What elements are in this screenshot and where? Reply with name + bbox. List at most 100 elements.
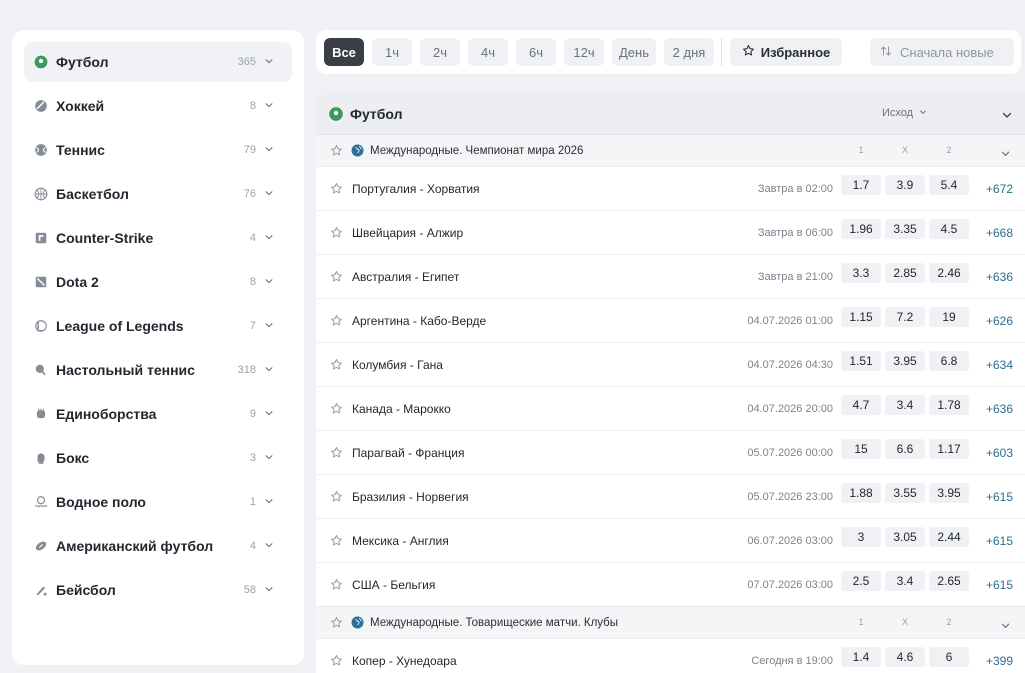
match-teams[interactable]: Мексика - Англия bbox=[352, 534, 449, 548]
odds-button[interactable]: 3.95 bbox=[929, 483, 969, 503]
chevron-down-icon[interactable] bbox=[264, 496, 274, 506]
odds-button[interactable]: 3 bbox=[841, 527, 881, 547]
more-markets-link[interactable]: +615 bbox=[986, 578, 1013, 592]
odds-button[interactable]: 1.15 bbox=[841, 307, 881, 327]
odds-button[interactable]: 1.4 bbox=[841, 647, 881, 667]
odds-button[interactable]: 4.6 bbox=[885, 647, 925, 667]
odds-button[interactable]: 1.88 bbox=[841, 483, 881, 503]
star-outline-icon[interactable] bbox=[330, 534, 343, 547]
sidebar-item[interactable]: Футбол 365 bbox=[24, 42, 292, 82]
match-row[interactable]: США - Бельгия 07.07.2026 03:00 2.5 3.4 2.65 +… bbox=[316, 562, 1025, 606]
match-teams[interactable]: Португалия - Хорватия bbox=[352, 182, 480, 196]
star-outline-icon[interactable] bbox=[330, 358, 343, 371]
chevron-down-icon[interactable] bbox=[264, 276, 274, 286]
odds-button[interactable]: 15 bbox=[841, 439, 881, 459]
star-outline-icon[interactable] bbox=[330, 226, 343, 239]
match-teams[interactable]: Аргентина - Кабо-Верде bbox=[352, 314, 486, 328]
star-outline-icon[interactable] bbox=[330, 402, 343, 415]
star-outline-icon[interactable] bbox=[330, 314, 343, 327]
filter-2h-button[interactable]: 2ч bbox=[420, 38, 460, 66]
more-markets-link[interactable]: +668 bbox=[986, 226, 1013, 240]
match-row[interactable]: Копер - Хунедоара Сегодня в 19:00 1.4 4.6 6 +… bbox=[316, 638, 1025, 673]
odds-button[interactable]: 3.55 bbox=[885, 483, 925, 503]
odds-button[interactable]: 6.8 bbox=[929, 351, 969, 371]
match-row[interactable]: Аргентина - Кабо-Верде 04.07.2026 01:00 1.… bbox=[316, 298, 1025, 342]
sidebar-item[interactable]: Теннис 79 bbox=[24, 130, 292, 170]
match-teams[interactable]: Канада - Марокко bbox=[352, 402, 451, 416]
league-header[interactable]: Международные. Товарищеские матчи. Клубы… bbox=[316, 606, 1025, 638]
chevron-down-icon[interactable] bbox=[1000, 146, 1011, 157]
more-markets-link[interactable]: +672 bbox=[986, 182, 1013, 196]
star-outline-icon[interactable] bbox=[330, 144, 343, 157]
chevron-down-icon[interactable] bbox=[264, 364, 274, 374]
filter-2days-button[interactable]: 2 дня bbox=[664, 38, 714, 66]
chevron-down-icon[interactable] bbox=[264, 540, 274, 550]
match-row[interactable]: Канада - Марокко 04.07.2026 20:00 4.7 3.4 1.… bbox=[316, 386, 1025, 430]
odds-button[interactable]: 6.6 bbox=[885, 439, 925, 459]
odds-button[interactable]: 4.5 bbox=[929, 219, 969, 239]
sport-header[interactable]: Футбол Исход bbox=[316, 94, 1025, 134]
odds-button[interactable]: 6 bbox=[929, 647, 969, 667]
filter-1h-button[interactable]: 1ч bbox=[372, 38, 412, 66]
odds-button[interactable]: 5.4 bbox=[929, 175, 969, 195]
more-markets-link[interactable]: +626 bbox=[986, 314, 1013, 328]
odds-button[interactable]: 2.85 bbox=[885, 263, 925, 283]
sidebar-item[interactable]: Хоккей 8 bbox=[24, 86, 292, 126]
chevron-down-icon[interactable] bbox=[264, 408, 274, 418]
star-outline-icon[interactable] bbox=[330, 270, 343, 283]
match-row[interactable]: Бразилия - Норвегия 05.07.2026 23:00 1.88 3… bbox=[316, 474, 1025, 518]
star-outline-icon[interactable] bbox=[330, 490, 343, 503]
odds-button[interactable]: 1.96 bbox=[841, 219, 881, 239]
odds-button[interactable]: 2.44 bbox=[929, 527, 969, 547]
chevron-down-icon[interactable] bbox=[264, 144, 274, 154]
star-outline-icon[interactable] bbox=[330, 654, 343, 667]
chevron-down-icon[interactable] bbox=[264, 100, 274, 110]
chevron-down-icon[interactable] bbox=[264, 232, 274, 242]
odds-button[interactable]: 1.51 bbox=[841, 351, 881, 371]
sidebar-item[interactable]: Dota 2 8 bbox=[24, 262, 292, 302]
star-outline-icon[interactable] bbox=[330, 616, 343, 629]
league-header[interactable]: Международные. Чемпионат мира 2026 1 X 2 bbox=[316, 134, 1025, 166]
match-row[interactable]: Австралия - Египет Завтра в 21:00 3.3 2.85 2… bbox=[316, 254, 1025, 298]
match-teams[interactable]: Швейцария - Алжир bbox=[352, 226, 463, 240]
odds-button[interactable]: 4.7 bbox=[841, 395, 881, 415]
sidebar-item[interactable]: Американский футбол 4 bbox=[24, 526, 292, 566]
odds-button[interactable]: 3.9 bbox=[885, 175, 925, 195]
match-row[interactable]: Мексика - Англия 06.07.2026 03:00 3 3.05 2.4… bbox=[316, 518, 1025, 562]
filter-4h-button[interactable]: 4ч bbox=[468, 38, 508, 66]
odds-button[interactable]: 2.5 bbox=[841, 571, 881, 591]
chevron-down-icon[interactable] bbox=[264, 188, 274, 198]
more-markets-link[interactable]: +636 bbox=[986, 270, 1013, 284]
sidebar-item[interactable]: Настольный теннис 318 bbox=[24, 350, 292, 390]
odds-button[interactable]: 3.35 bbox=[885, 219, 925, 239]
match-row[interactable]: Парагвай - Франция 05.07.2026 00:00 15 6.6 1… bbox=[316, 430, 1025, 474]
filter-6h-button[interactable]: 6ч bbox=[516, 38, 556, 66]
chevron-down-icon[interactable] bbox=[264, 584, 274, 594]
match-row[interactable]: Португалия - Хорватия Завтра в 02:00 1.7 3.… bbox=[316, 166, 1025, 210]
sidebar-item[interactable]: Водное поло 1 bbox=[24, 482, 292, 522]
odds-button[interactable]: 1.78 bbox=[929, 395, 969, 415]
match-teams[interactable]: США - Бельгия bbox=[352, 578, 435, 592]
odds-button[interactable]: 3.4 bbox=[885, 395, 925, 415]
odds-button[interactable]: 19 bbox=[929, 307, 969, 327]
sidebar-item[interactable]: Бейсбол 58 bbox=[24, 570, 292, 610]
odds-button[interactable]: 3.4 bbox=[885, 571, 925, 591]
odds-button[interactable]: 3.95 bbox=[885, 351, 925, 371]
sidebar-item[interactable]: Counter-Strike 4 bbox=[24, 218, 292, 258]
sidebar-item[interactable]: Бокс 3 bbox=[24, 438, 292, 478]
sidebar-item[interactable]: Единоборства 9 bbox=[24, 394, 292, 434]
filter-day-button[interactable]: День bbox=[612, 38, 656, 66]
odds-button[interactable]: 3.05 bbox=[885, 527, 925, 547]
star-outline-icon[interactable] bbox=[330, 182, 343, 195]
odds-button[interactable]: 2.46 bbox=[929, 263, 969, 283]
more-markets-link[interactable]: +399 bbox=[986, 654, 1013, 668]
match-teams[interactable]: Копер - Хунедоара bbox=[352, 654, 457, 668]
odds-button[interactable]: 1.17 bbox=[929, 439, 969, 459]
match-teams[interactable]: Парагвай - Франция bbox=[352, 446, 464, 460]
chevron-down-icon[interactable] bbox=[264, 452, 274, 462]
filter-12h-button[interactable]: 12ч bbox=[564, 38, 604, 66]
chevron-down-icon[interactable] bbox=[264, 56, 274, 66]
odds-button[interactable]: 3.3 bbox=[841, 263, 881, 283]
odds-button[interactable]: 7.2 bbox=[885, 307, 925, 327]
filter-all-button[interactable]: Все bbox=[324, 38, 364, 66]
